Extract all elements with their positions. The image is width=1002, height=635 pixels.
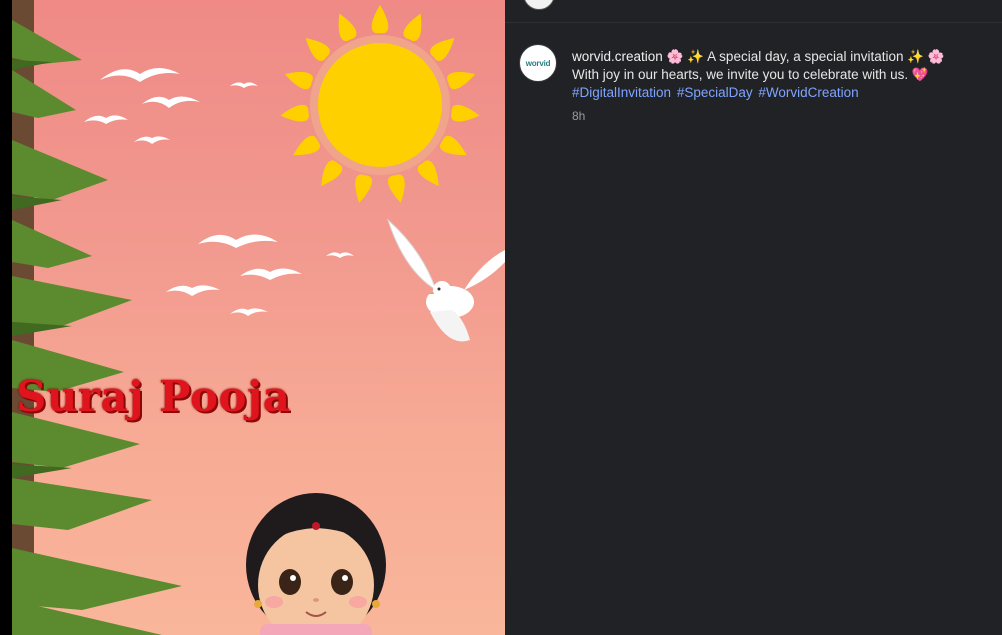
dove-icon	[386, 218, 505, 342]
caption-line-1: worvid.creation 🌸 ✨ A special day, a spec…	[572, 48, 992, 66]
username-link[interactable]: worvid.creation	[572, 49, 663, 64]
invitation-illustration	[12, 0, 505, 635]
hashtag-digital-invitation[interactable]: #DigitalInvitation	[572, 85, 671, 100]
hashtag-worvid-creation[interactable]: #WorvidCreation	[758, 85, 858, 100]
comment-timestamp[interactable]: 8h	[572, 107, 992, 125]
worvid-logo-icon: worvid	[525, 58, 551, 68]
caption-line-2: With joy in our hearts, we invite you to…	[572, 67, 929, 82]
pine-tree-icon	[12, 0, 182, 635]
instagram-post-view: Suraj Pooja worvid worvid.creation 🌸 ✨ A …	[0, 0, 1002, 635]
panel-divider	[505, 22, 1002, 23]
child-illustration-icon	[246, 493, 386, 635]
previous-avatar[interactable]	[523, 0, 555, 10]
invitation-title: Suraj Pooja	[16, 372, 291, 421]
comment-body: worvid.creation 🌸 ✨ A special day, a spec…	[572, 48, 992, 125]
caption-text-1: 🌸 ✨ A special day, a special invitation …	[666, 49, 945, 64]
sun-icon	[280, 5, 480, 203]
avatar[interactable]: worvid	[519, 44, 557, 82]
post-media[interactable]: Suraj Pooja	[12, 0, 505, 635]
comments-panel: worvid worvid.creation 🌸 ✨ A special day,…	[505, 0, 1002, 635]
hashtag-special-day[interactable]: #SpecialDay	[677, 85, 753, 100]
left-edge-strip	[0, 0, 12, 635]
hashtags-line: #DigitalInvitation #SpecialDay #WorvidCr…	[572, 84, 992, 102]
